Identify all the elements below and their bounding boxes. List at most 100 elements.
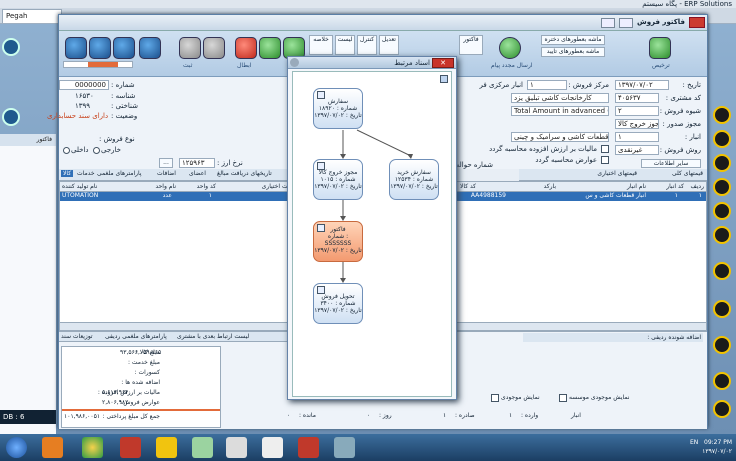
vat-checkbox[interactable] <box>601 145 609 153</box>
node-invoice-date: تاریخ : ۱۳۹۷/۰۷/۰۲ <box>314 247 362 254</box>
window-icon[interactable] <box>334 437 355 458</box>
tab-dates[interactable]: تاریخهای دریافت مبالغ <box>217 170 272 177</box>
check-gray-icon[interactable] <box>203 37 225 59</box>
pay-method-select[interactable]: غیرنقدی <box>615 145 659 155</box>
report-icon[interactable] <box>713 154 731 172</box>
browser-tab[interactable]: Pegah <box>2 9 62 23</box>
internal-radio[interactable] <box>63 147 70 154</box>
tab-doc-distribution[interactable]: توزیعات سند <box>61 333 93 340</box>
tab-members[interactable]: اعضای <box>189 170 206 177</box>
added-label: اضافه شده ها : <box>121 379 160 386</box>
background-list <box>0 146 56 436</box>
prev-record-icon[interactable] <box>89 37 111 59</box>
customer-code-field[interactable]: ۴۰۵۶۳۷ <box>615 93 659 103</box>
first-record-icon[interactable] <box>65 37 87 59</box>
chrome-icon[interactable] <box>82 437 103 458</box>
node-permit-number: شماره : ۱۰۱۵ <box>320 176 356 183</box>
delete-button[interactable] <box>235 37 257 59</box>
store-label: انبار : <box>684 133 701 141</box>
store-field[interactable]: ۱ <box>615 132 659 142</box>
pdf-icon[interactable] <box>298 437 319 458</box>
cancel-gray-icon[interactable] <box>179 37 201 59</box>
tab-next-contact[interactable]: لیست ارتباط بعدی با مشتری <box>177 333 249 340</box>
sales-method-name: Total Amount in advanced Cash <box>511 106 609 116</box>
exit-icon[interactable] <box>713 400 731 418</box>
flow-node-invoice[interactable]: فاکتور شماره : SSSSSSS تاریخ : ۱۳۹۷/۰۷/۰… <box>313 221 363 262</box>
db-status: DB : 6 <box>0 410 56 424</box>
list-button[interactable]: لیست <box>335 35 355 55</box>
taskbar: EN 09:27 PM ۱۳۹۷/۰۷/۰۲ <box>0 434 736 461</box>
list-icon[interactable] <box>713 226 731 244</box>
resend-message-button[interactable] <box>499 37 521 59</box>
network-icon[interactable] <box>192 437 213 458</box>
sales-method-label: شیوه فروش : <box>659 107 701 115</box>
maximize-icon[interactable] <box>619 18 633 28</box>
erp-app-icon[interactable] <box>226 437 247 458</box>
duty-label: عوارض محاسبه گردد <box>535 156 597 164</box>
other-info-button[interactable]: سایر اطلاعات <box>641 159 701 168</box>
tab-params[interactable]: پارامترهای ملغمی <box>97 170 142 177</box>
app-red-icon[interactable] <box>120 437 141 458</box>
flow-node-exit-permit[interactable]: مجوز خروج کالا شماره : ۱۰۱۵ تاریخ : ۱۳۹۷… <box>313 159 363 200</box>
external-radio[interactable] <box>93 147 100 154</box>
number-field[interactable]: 0000000 <box>59 80 109 90</box>
outgoing-label: صادره : <box>455 412 475 419</box>
background-tab[interactable]: فاکتور <box>0 134 56 146</box>
clock-icon[interactable] <box>713 202 731 220</box>
show-inventory-checkbox[interactable] <box>559 394 567 402</box>
minimize-icon[interactable] <box>601 18 615 28</box>
rate-field[interactable]: ۱۲۵۹۶۳ <box>179 158 215 168</box>
language-indicator[interactable]: EN <box>690 439 698 446</box>
timer-icon[interactable] <box>713 372 731 390</box>
app-title-bar: ERP Solutions - پگاه سیستم <box>0 0 736 8</box>
date-field[interactable]: ۱۳۹۷/۰۷/۰۲ <box>615 80 669 90</box>
status-value: دارای سند حسابداری <box>47 112 109 120</box>
folder-icon[interactable] <box>156 437 177 458</box>
ribbon-option-1[interactable]: ماشه بعطورهای دختره <box>541 35 605 45</box>
duty-checkbox[interactable] <box>601 156 609 164</box>
close-icon[interactable] <box>689 17 705 28</box>
back-nav-icon[interactable] <box>2 38 20 56</box>
release-button[interactable] <box>649 37 671 59</box>
summary-button[interactable]: خلاصه <box>309 35 333 55</box>
flow-node-purchase-order[interactable]: سفارش خرید شماره : ۱۲۵۳۴ تاریخ : ۱۳۹۷/۰۷… <box>389 159 439 200</box>
edit-button[interactable] <box>259 37 281 59</box>
warehouse-label: انبار مرکزی فر <box>479 81 523 89</box>
show-stock-checkbox[interactable] <box>491 394 499 402</box>
dialog-close-button[interactable]: ✕ <box>432 58 454 68</box>
issue-permit-field[interactable]: مجوز خروج کالا <box>615 119 659 129</box>
tab-optional-prices[interactable]: قیمتهای اختیاری <box>597 170 637 177</box>
service-amount-label: مبلغ خدمت : <box>127 359 160 366</box>
next-record-icon[interactable] <box>113 37 135 59</box>
ribbon-option-2[interactable]: ماشه بعطورهای تایید <box>541 47 605 57</box>
flow-node-delivery[interactable]: تحویل فروش شماره : ۳۴۰۰ تاریخ : ۱۳۹۷/۰۷/… <box>313 283 363 324</box>
settings-icon[interactable] <box>713 106 731 124</box>
home-nav-icon[interactable] <box>2 108 20 126</box>
tab-services[interactable]: خدمات <box>77 170 95 177</box>
tab-goods[interactable]: کالا <box>61 170 74 177</box>
gear-icon[interactable] <box>713 178 731 196</box>
last-record-icon[interactable] <box>139 37 161 59</box>
sales-method-field[interactable]: ۲ <box>615 106 659 116</box>
flow-node-order[interactable]: سفارش شماره : ۱۸۹۲۰ تاریخ : ۱۳۹۷/۰۷/۰۲ <box>313 88 363 129</box>
tab-additions[interactable]: اضافات <box>157 170 176 177</box>
node-invoice-number-label: شماره : <box>327 233 349 240</box>
edit-small-button[interactable]: تعدیل <box>379 35 399 55</box>
chart-icon[interactable] <box>713 130 731 148</box>
tab-row-params[interactable]: پارامترهای ملغمی ردیفی <box>105 333 167 340</box>
tools-icon[interactable] <box>262 437 283 458</box>
start-button[interactable] <box>6 437 27 458</box>
media-player-icon[interactable] <box>42 437 63 458</box>
system-tray: EN 09:27 PM ۱۳۹۷/۰۷/۰۲ <box>690 438 732 456</box>
invoice-small-button[interactable]: فاکتور <box>459 35 483 55</box>
id-value: ۱۳۹۹ <box>75 102 91 110</box>
sales-center-field[interactable]: ۱ <box>527 80 567 90</box>
invoice-doc-icon <box>317 224 325 232</box>
user-icon[interactable] <box>713 300 731 318</box>
warning-icon[interactable] <box>713 336 731 354</box>
box-icon[interactable] <box>713 262 731 280</box>
rate-lookup-button[interactable]: ... <box>159 158 173 168</box>
tab-total-prices[interactable]: قیمتهای کلی <box>672 170 703 177</box>
cell-unit-name: عدد <box>162 192 172 199</box>
control-button[interactable]: کنترل <box>357 35 377 55</box>
